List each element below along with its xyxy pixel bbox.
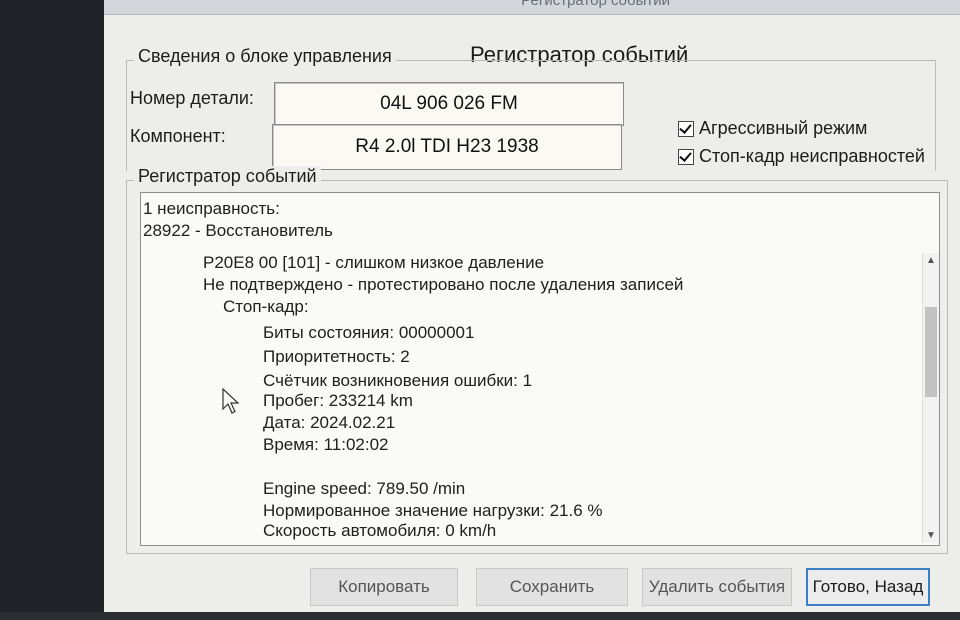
part-number-label: Номер детали: <box>130 88 254 108</box>
scrollbar-thumb[interactable] <box>925 307 937 397</box>
event-log-group-label: Регистратор событий <box>134 166 321 187</box>
done-back-button[interactable]: Готово, Назад <box>806 568 930 606</box>
log-scrollbar[interactable]: ▲ ▼ <box>922 253 939 543</box>
checkbox-checked-icon <box>678 148 694 165</box>
log-line: Пробег: 233214 km <box>263 391 413 410</box>
log-line: Приоритетность: 2 <box>263 347 410 366</box>
aggressive-mode-checkbox[interactable]: Агрессивный режим <box>678 118 867 139</box>
component-label: Компонент: <box>130 126 226 146</box>
log-line: Engine speed: 789.50 /min <box>263 479 466 498</box>
control-unit-group-label: Сведения о блоке управления <box>134 46 396 67</box>
log-line: Биты состояния: 00000001 <box>263 323 475 342</box>
copy-button[interactable]: Копировать <box>310 568 458 606</box>
event-recorder-window: Регистратор событий Регистратор событий … <box>104 0 960 620</box>
aggressive-mode-label: Агрессивный режим <box>699 118 868 138</box>
component-field[interactable]: R4 2.0l TDI H23 1938 <box>272 124 622 170</box>
delete-events-button[interactable]: Удалить события <box>642 568 792 606</box>
log-line: Стоп-кадр: <box>223 297 309 316</box>
chevron-up-icon[interactable]: ▲ <box>926 255 936 266</box>
freeze-frame-checkbox[interactable]: Стоп-кадр неисправностей <box>678 146 925 167</box>
log-line: Счётчик возникновения ошибки: 1 <box>263 371 533 390</box>
log-line: 28922 - Восстановитель <box>143 221 333 240</box>
log-line: Время: 11:02:02 <box>263 435 389 454</box>
freeze-frame-label: Стоп-кадр неисправностей <box>699 146 925 166</box>
log-line: Скорость автомобиля: 0 km/h <box>263 521 497 540</box>
log-line: Не подтверждено - протестировано после у… <box>203 275 684 294</box>
log-line: Дата: 2024.02.21 <box>263 413 396 432</box>
taskbar-strip <box>0 612 960 620</box>
event-log-textbox[interactable]: 1 неисправность: 28922 - Восстановитель … <box>140 192 940 546</box>
log-line: Нормированное значение нагрузки: 21.6 % <box>263 501 603 520</box>
save-button[interactable]: Сохранить <box>476 568 628 606</box>
part-number-field[interactable]: 04L 906 026 FM <box>274 82 624 126</box>
log-line: P20E8 00 [101] - слишком низкое давление <box>203 253 545 272</box>
chevron-down-icon[interactable]: ▼ <box>926 530 936 541</box>
log-line: 1 неисправность: <box>143 199 280 218</box>
title-bar[interactable]: Регистратор событий <box>104 0 960 15</box>
mouse-pointer-icon <box>222 388 240 414</box>
checkbox-checked-icon <box>678 120 694 137</box>
title-bar-text: Регистратор событий <box>521 0 670 9</box>
